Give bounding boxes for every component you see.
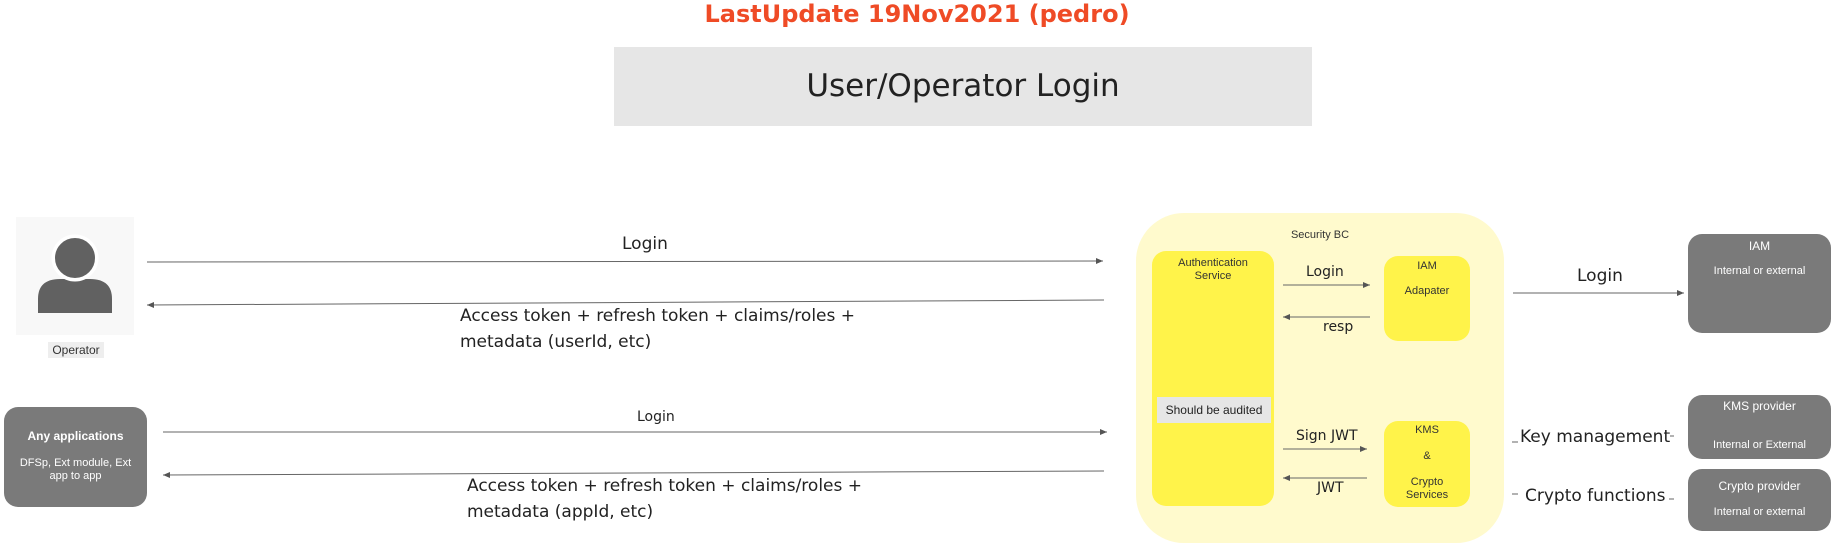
label-operator-login: Login xyxy=(622,234,668,254)
label-apps-response-line2: metadata (appId, etc) xyxy=(467,502,654,522)
label-inner-jwt: JWT xyxy=(1317,480,1344,496)
label-apps-login: Login xyxy=(637,409,675,425)
label-inner-login: Login xyxy=(1306,264,1344,280)
label-apps-response-line1: Access token + refresh token + claims/ro… xyxy=(467,476,863,496)
label-inner-resp: resp xyxy=(1323,319,1354,335)
label-operator-response-line1: Access token + refresh token + claims/ro… xyxy=(460,306,856,326)
label-operator-response: Access token + refresh token + claims/ro… xyxy=(460,303,880,355)
label-crypto-functions: Crypto functions xyxy=(1525,486,1666,506)
arrow-operator-login xyxy=(146,258,1104,265)
label-iam-login: Login xyxy=(1577,266,1623,286)
label-apps-response: Access token + refresh token + claims/ro… xyxy=(467,473,887,525)
label-key-management: Key management xyxy=(1520,427,1671,447)
arrow-layer xyxy=(146,258,1684,500)
label-operator-response-line2: metadata (userId, etc) xyxy=(460,332,652,352)
label-inner-sign-jwt: Sign JWT xyxy=(1296,428,1358,444)
